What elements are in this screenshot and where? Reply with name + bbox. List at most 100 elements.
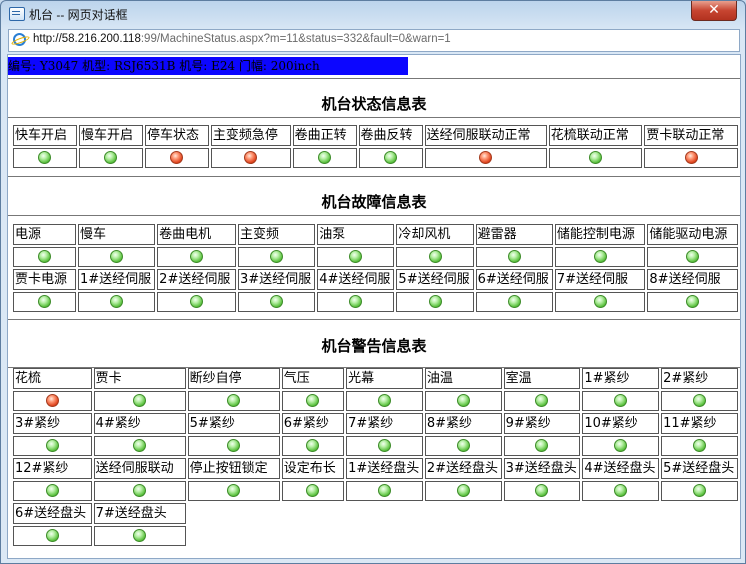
warn-label-row: 花梳 贾卡 断纱自停 气压 光幕 油温 室温 1#紧纱 2#紧纱 <box>13 368 738 389</box>
warn-label: 6#送经盘头 <box>13 503 92 524</box>
red-status-light-icon <box>244 151 258 164</box>
fault-label: 2#送经伺服 <box>157 269 236 290</box>
warn-label: 贾卡 <box>93 368 186 389</box>
warn-label: 12#紧纱 <box>13 458 92 479</box>
green-status-light-icon <box>306 484 320 497</box>
url-host: http://58.216.200.118 <box>33 33 141 45</box>
fault-led-cell <box>396 247 474 267</box>
dialog-window: 机台 -- 网页对话框 ✕ http://58.216.200.118:99/M… <box>0 0 746 564</box>
green-status-light-icon <box>190 295 204 308</box>
page-content: 编号: Y3047 机型: RSJ6531B 机号: E24 门幅: 200in… <box>7 54 741 559</box>
warn-led-cell <box>582 481 660 501</box>
fault-led-cell <box>554 247 646 267</box>
fault-label-row: 电源 慢车 卷曲电机 主变频 油泵 冷却风机 避雷器 储能控制电源 储能驱动电源 <box>13 224 738 245</box>
fault-led-cell <box>396 292 474 312</box>
status-led-cell <box>548 148 643 168</box>
warn-led-cell <box>582 436 660 456</box>
warn-led-cell <box>424 436 502 456</box>
warn-label: 2#紧纱 <box>661 368 738 389</box>
fault-label: 5#送经伺服 <box>396 269 474 290</box>
green-status-light-icon <box>318 151 332 164</box>
green-status-light-icon <box>377 484 391 497</box>
status-led-cell <box>144 148 209 168</box>
fault-table: 电源 慢车 卷曲电机 主变频 油泵 冷却风机 避雷器 储能控制电源 储能驱动电源 <box>11 222 740 314</box>
green-status-light-icon <box>37 250 51 263</box>
fault-label: 1#送经伺服 <box>77 269 156 290</box>
green-status-light-icon <box>614 394 628 407</box>
green-status-light-icon <box>384 151 398 164</box>
green-status-light-icon <box>133 484 147 497</box>
status-led-row <box>13 148 738 168</box>
url-rest: :99/MachineStatus.aspx?m=11&status=332&f… <box>140 33 451 45</box>
fault-label: 贾卡电源 <box>13 269 76 290</box>
warn-label: 5#送经盘头 <box>661 458 738 479</box>
red-status-light-icon <box>45 394 59 407</box>
fault-label: 慢车 <box>77 224 156 245</box>
warn-label: 3#送经盘头 <box>503 458 581 479</box>
warn-label: 11#紧纱 <box>661 413 738 434</box>
warn-label-row: 12#紧纱 送经伺服联动 停止按钮锁定 设定布长 1#送经盘头 2#送经盘头 3… <box>13 458 738 479</box>
status-led-cell <box>210 148 291 168</box>
fault-led-cell <box>475 247 553 267</box>
fault-label: 避雷器 <box>475 224 553 245</box>
warn-led-cell <box>503 481 581 501</box>
address-bar[interactable]: http://58.216.200.118:99/MachineStatus.a… <box>8 29 740 52</box>
green-status-light-icon <box>190 250 204 263</box>
warn-led-cell <box>13 481 92 501</box>
warn-led-row <box>13 481 738 501</box>
green-status-light-icon <box>133 439 147 452</box>
warn-led-cell <box>93 526 186 546</box>
fault-label: 4#送经伺服 <box>317 269 395 290</box>
machine-info-bar: 编号: Y3047 机型: RSJ6531B 机号: E24 门幅: 200in… <box>8 57 408 75</box>
green-status-light-icon <box>614 484 628 497</box>
fault-label: 6#送经伺服 <box>475 269 553 290</box>
warn-led-cell <box>281 481 345 501</box>
warn-led-cell <box>13 526 92 546</box>
green-status-light-icon <box>110 250 124 263</box>
green-status-light-icon <box>535 394 549 407</box>
green-status-light-icon <box>535 439 549 452</box>
warn-led-cell <box>661 481 738 501</box>
warn-led-cell <box>13 436 92 456</box>
green-status-light-icon <box>104 151 118 164</box>
warn-led-cell <box>503 436 581 456</box>
warn-led-cell <box>13 391 92 411</box>
warn-led-cell <box>187 481 280 501</box>
warn-label: 7#紧纱 <box>346 413 423 434</box>
warn-led-row <box>13 391 738 411</box>
fault-led-cell <box>157 247 236 267</box>
status-led-cell <box>292 148 357 168</box>
warn-led-cell <box>582 391 660 411</box>
green-status-light-icon <box>456 394 470 407</box>
status-label-row: 快车开启 慢车开启 停车状态 主变频急停 卷曲正转 卷曲反转 送经伺服联动正常 … <box>13 125 738 146</box>
warn-led-cell <box>93 436 186 456</box>
warn-led-cell <box>661 436 738 456</box>
green-status-light-icon <box>686 295 700 308</box>
status-led-cell <box>644 148 738 168</box>
green-status-light-icon <box>45 484 59 497</box>
warn-label: 5#紧纱 <box>187 413 280 434</box>
fault-section-title: 机台故障信息表 <box>321 193 427 211</box>
fault-led-cell <box>237 247 316 267</box>
fault-led-cell <box>13 247 76 267</box>
title-bar[interactable]: 机台 -- 网页对话框 ✕ <box>1 1 745 27</box>
status-label: 花梳联动正常 <box>548 125 643 146</box>
status-label: 送经伺服联动正常 <box>424 125 547 146</box>
fault-label: 主变频 <box>237 224 316 245</box>
green-status-light-icon <box>227 484 241 497</box>
green-status-light-icon <box>428 250 442 263</box>
green-status-light-icon <box>227 394 241 407</box>
red-status-light-icon <box>479 151 493 164</box>
fault-label: 储能驱动电源 <box>647 224 738 245</box>
fault-label: 储能控制电源 <box>554 224 646 245</box>
green-status-light-icon <box>349 250 363 263</box>
fault-led-cell <box>554 292 646 312</box>
warn-label: 10#紧纱 <box>582 413 660 434</box>
warn-label: 9#紧纱 <box>503 413 581 434</box>
window-icon <box>9 7 25 21</box>
status-label: 停车状态 <box>144 125 209 146</box>
warn-led-cell <box>503 391 581 411</box>
close-button[interactable]: ✕ <box>691 1 737 21</box>
warn-label: 送经伺服联动 <box>93 458 186 479</box>
green-status-light-icon <box>507 250 521 263</box>
